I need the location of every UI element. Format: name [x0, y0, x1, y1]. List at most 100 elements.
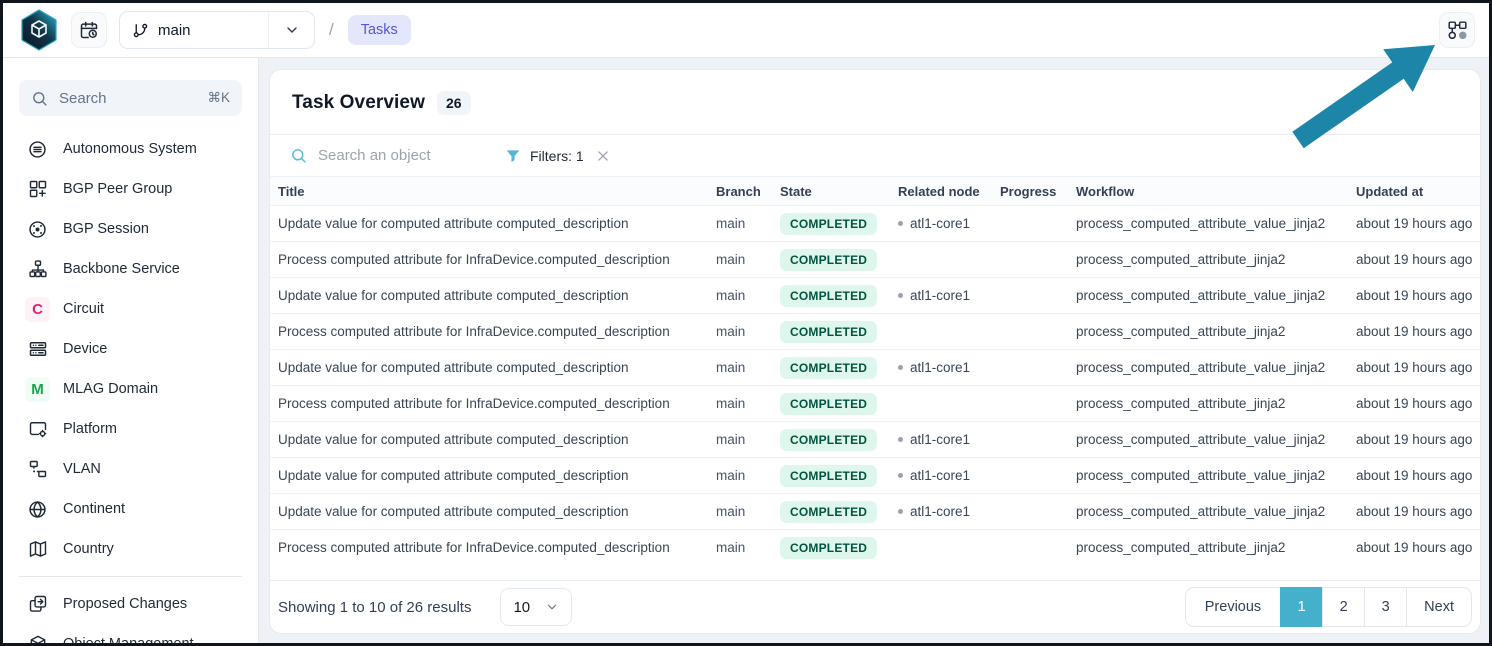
filters-label: Filters: 1	[530, 148, 584, 164]
branch-selector[interactable]: main	[119, 11, 315, 49]
circuit-letter-icon: C	[25, 297, 50, 322]
page-button-3[interactable]: 3	[1364, 587, 1407, 627]
sidebar-item-object-management[interactable]: Object Management	[19, 624, 242, 643]
task-progress	[1000, 386, 1076, 422]
task-progress	[1000, 458, 1076, 494]
task-state: COMPLETED	[780, 386, 898, 422]
filter-bar: Filters: 1	[270, 134, 1480, 176]
table-row[interactable]: Update value for computed attribute comp…	[270, 494, 1480, 530]
table-row[interactable]: Update value for computed attribute comp…	[270, 206, 1480, 242]
breadcrumb-tasks[interactable]: Tasks	[348, 15, 411, 45]
task-progress	[1000, 350, 1076, 386]
sidebar-item-bgp-session[interactable]: BGP Session	[19, 209, 242, 249]
previous-page-button[interactable]: Previous	[1185, 587, 1281, 627]
status-badge: COMPLETED	[780, 429, 877, 451]
sidebar-item-label: Continent	[63, 501, 125, 517]
chevron-down-icon	[284, 22, 300, 38]
table-footer: Showing 1 to 10 of 26 results 10 Previou…	[270, 580, 1480, 633]
page-title: Task Overview	[292, 92, 425, 114]
tasks-table: Title Branch State Related node Progress…	[270, 176, 1480, 566]
task-state: COMPLETED	[780, 458, 898, 494]
search-icon	[290, 147, 307, 164]
task-updated-at: about 19 hours ago	[1356, 206, 1480, 242]
next-page-button[interactable]: Next	[1406, 587, 1472, 627]
task-updated-at: about 19 hours ago	[1356, 494, 1480, 530]
table-row[interactable]: Update value for computed attribute comp…	[270, 458, 1480, 494]
breadcrumb-separator: /	[329, 20, 334, 40]
task-related-node: atl1-core1	[898, 422, 1000, 458]
task-title: Update value for computed attribute comp…	[270, 422, 716, 458]
node-dot	[898, 473, 903, 478]
node-dot	[898, 221, 903, 226]
schema-icon	[1447, 20, 1468, 41]
task-workflow: process_computed_attribute_value_jinja2	[1076, 350, 1356, 386]
page-size-value: 10	[513, 599, 530, 616]
schema-visualizer-button[interactable]	[1439, 12, 1475, 48]
task-title: Update value for computed attribute comp…	[270, 206, 716, 242]
branch-selector-toggle[interactable]	[268, 12, 314, 48]
task-related-node	[898, 386, 1000, 422]
task-workflow: process_computed_attribute_value_jinja2	[1076, 422, 1356, 458]
task-state: COMPLETED	[780, 278, 898, 314]
sidebar-item-backbone-service[interactable]: Backbone Service	[19, 249, 242, 289]
task-updated-at: about 19 hours ago	[1356, 278, 1480, 314]
status-badge: COMPLETED	[780, 321, 877, 343]
task-branch: main	[716, 314, 780, 350]
sidebar-item-country[interactable]: Country	[19, 529, 242, 569]
object-search	[290, 147, 505, 164]
task-progress	[1000, 530, 1076, 566]
time-travel-button[interactable]	[71, 12, 107, 48]
status-badge: COMPLETED	[780, 357, 877, 379]
table-row[interactable]: Update value for computed attribute comp…	[270, 422, 1480, 458]
page-button-2[interactable]: 2	[1322, 587, 1365, 627]
infrahub-logo[interactable]	[19, 9, 59, 51]
task-updated-at: about 19 hours ago	[1356, 242, 1480, 278]
task-title: Process computed attribute for InfraDevi…	[270, 386, 716, 422]
sidebar-search[interactable]: Search ⌘K	[19, 80, 242, 116]
table-row[interactable]: Process computed attribute for InfraDevi…	[270, 314, 1480, 350]
sidebar-item-platform[interactable]: Platform	[19, 409, 242, 449]
sidebar-item-label: Platform	[63, 421, 117, 437]
table-row[interactable]: Process computed attribute for InfraDevi…	[270, 530, 1480, 566]
sidebar-item-device[interactable]: Device	[19, 329, 242, 369]
table-row[interactable]: Process computed attribute for InfraDevi…	[270, 386, 1480, 422]
table-row[interactable]: Process computed attribute for InfraDevi…	[270, 242, 1480, 278]
sidebar-divider	[19, 576, 242, 577]
task-updated-at: about 19 hours ago	[1356, 422, 1480, 458]
sidebar-item-mlag-domain[interactable]: M MLAG Domain	[19, 369, 242, 409]
page-size-select[interactable]: 10	[500, 588, 572, 626]
task-progress	[1000, 422, 1076, 458]
task-related-node: atl1-core1	[898, 278, 1000, 314]
table-row[interactable]: Update value for computed attribute comp…	[270, 350, 1480, 386]
git-branch-icon	[132, 22, 149, 39]
task-title: Update value for computed attribute comp…	[270, 278, 716, 314]
node-dot	[898, 365, 903, 370]
task-branch: main	[716, 530, 780, 566]
main-area: Task Overview 26 Filters: 1	[259, 58, 1489, 643]
sidebar-item-autonomous-system[interactable]: Autonomous System	[19, 129, 242, 169]
task-title: Update value for computed attribute comp…	[270, 458, 716, 494]
sidebar-item-continent[interactable]: Continent	[19, 489, 242, 529]
task-progress	[1000, 206, 1076, 242]
sidebar-item-vlan[interactable]: VLAN	[19, 449, 242, 489]
task-related-node	[898, 314, 1000, 350]
app-window: main / Tasks	[0, 0, 1492, 646]
proposed-changes-icon	[25, 594, 50, 614]
grid-add-icon	[25, 179, 50, 199]
sidebar-item-bgp-peer-group[interactable]: BGP Peer Group	[19, 169, 242, 209]
node-dot	[898, 437, 903, 442]
clear-filters-button[interactable]	[596, 149, 610, 163]
sidebar-item-label: Proposed Changes	[63, 596, 187, 612]
mlag-letter-icon: M	[25, 377, 50, 402]
table-row[interactable]: Update value for computed attribute comp…	[270, 278, 1480, 314]
task-related-node	[898, 530, 1000, 566]
page-button-1[interactable]: 1	[1280, 587, 1323, 627]
object-search-input[interactable]	[318, 147, 483, 164]
sidebar-item-circuit[interactable]: C Circuit	[19, 289, 242, 329]
sidebar-item-proposed-changes[interactable]: Proposed Changes	[19, 584, 242, 624]
branch-selector-value: main	[120, 22, 268, 39]
task-workflow: process_computed_attribute_value_jinja2	[1076, 206, 1356, 242]
filters-indicator[interactable]: Filters: 1	[505, 148, 610, 164]
task-workflow: process_computed_attribute_jinja2	[1076, 314, 1356, 350]
search-icon	[31, 90, 48, 107]
